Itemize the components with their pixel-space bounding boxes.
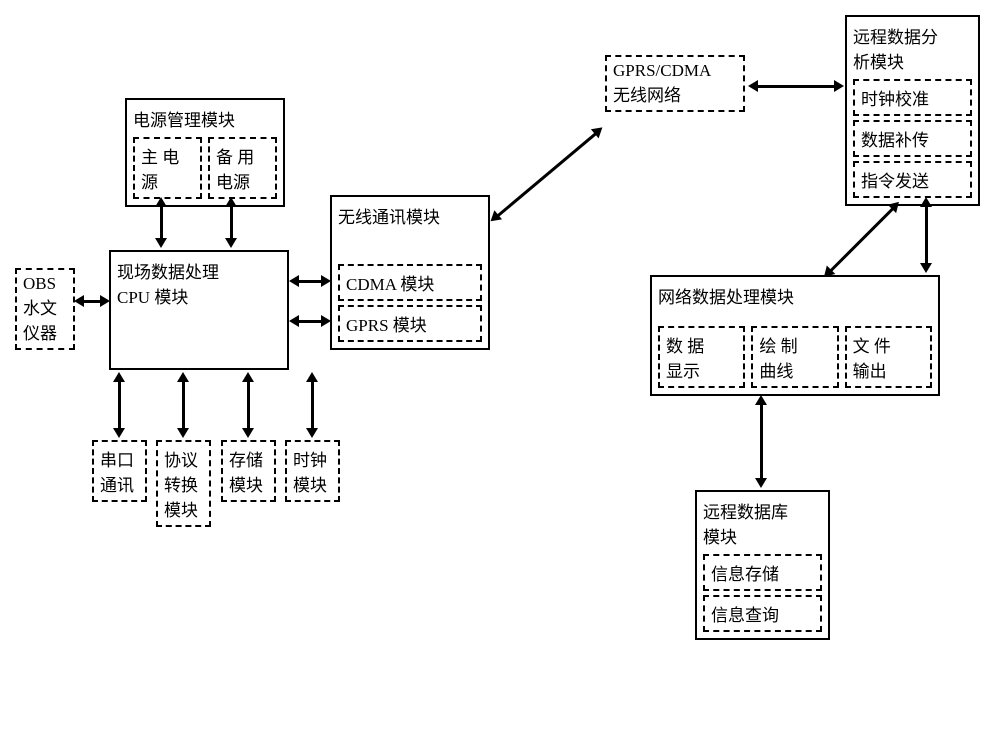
main-power: 主 电 源 [133,137,202,199]
label: 存储 [229,446,268,471]
clock-module: 时钟 模块 [285,440,340,502]
label: 模块 [229,471,268,496]
label: 曲线 [759,357,830,382]
arrow-netproc-db [760,403,763,480]
obs-instrument: OBS 水文 仪器 [15,268,75,350]
title: 远程数据分 [853,23,972,48]
info-store: 信息存储 [703,554,822,591]
label: 转换 [164,471,203,496]
info-query: 信息查询 [703,595,822,632]
data-display: 数 据 显示 [658,326,745,388]
serial-comm: 串口 通讯 [92,440,147,502]
title: 模块 [703,523,822,548]
arrow-power-cpu-1 [160,205,163,240]
arrow-network-analysis [756,85,836,88]
label: 源 [141,168,194,193]
arrow-cpu-wireless-1 [297,280,323,283]
label: 串口 [100,446,139,471]
net-proc-module: 网络数据处理模块 数 据 显示 绘 制 曲线 文 件 输出 [650,275,940,396]
label: 主 电 [141,143,194,168]
label: 电源 [216,168,269,193]
wireless-module: 无线通讯模块 CDMA 模块 GPRS 模块 [330,195,490,350]
label: 输出 [853,357,924,382]
label: 时钟 [293,446,332,471]
cpu-module: 现场数据处理 CPU 模块 [109,250,289,370]
arrow-analysis-netproc-v [925,205,928,265]
remote-db-module: 远程数据库 模块 信息存储 信息查询 [695,490,830,640]
command-send: 指令发送 [853,161,972,198]
arrow-cpu-clock [311,380,314,430]
title: 远程数据库 [703,498,822,523]
label: 无线网络 [613,81,737,106]
label: 现场数据处理 [117,258,281,283]
label: 模块 [293,471,332,496]
label: OBS [23,274,67,294]
arrow-cpu-wireless-2 [297,320,323,323]
clock-calib: 时钟校准 [853,79,972,116]
protocol-module: 协议 转换 模块 [156,440,211,527]
arrow-cpu-serial [118,380,121,430]
label: 显示 [666,357,737,382]
network-cloud: GPRS/CDMA 无线网络 [605,55,745,112]
data-retransmit: 数据补传 [853,120,972,157]
file-output: 文 件 输出 [845,326,932,388]
storage-module: 存储 模块 [221,440,276,502]
backup-power: 备 用 电源 [208,137,277,199]
draw-curve: 绘 制 曲线 [751,326,838,388]
wireless-title: 无线通讯模块 [338,203,482,228]
label: 文 件 [853,332,924,357]
label: 水文 [23,294,67,319]
label: 绘 制 [759,332,830,357]
arrow-analysis-netproc [829,207,895,273]
label: 仪器 [23,319,67,344]
arrow-obs-cpu [82,300,102,303]
arrow-power-cpu-2 [230,205,233,240]
gprs-module: GPRS 模块 [338,305,482,342]
arrow-cpu-protocol [182,380,185,430]
label: 通讯 [100,471,139,496]
label: 备 用 [216,143,269,168]
remote-analysis-module: 远程数据分 析模块 时钟校准 数据补传 指令发送 [845,15,980,206]
label: GPRS/CDMA [613,61,737,81]
label: 协议 [164,446,203,471]
power-module: 电源管理模块 主 电 源 备 用 电源 [125,98,285,207]
title: 析模块 [853,48,972,73]
title: 网络数据处理模块 [658,283,932,308]
label: 数 据 [666,332,737,357]
power-title: 电源管理模块 [133,106,277,131]
label: 模块 [164,496,203,521]
arrow-cpu-storage [247,380,250,430]
cdma-module: CDMA 模块 [338,264,482,301]
arrow-wireless-network [496,132,598,218]
label: CPU 模块 [117,283,281,308]
